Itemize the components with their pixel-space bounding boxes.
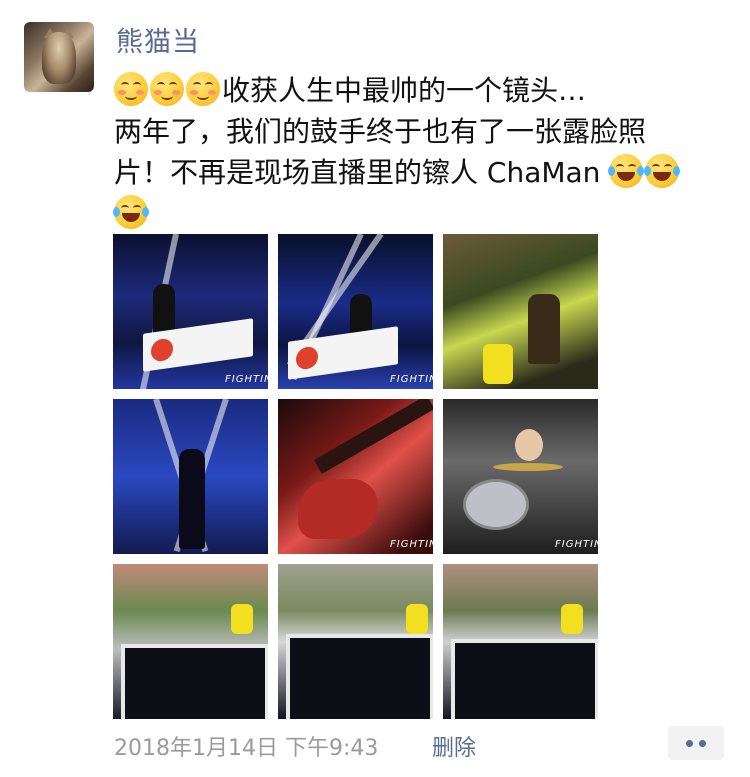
yellow-bottle xyxy=(561,604,583,634)
delete-button[interactable]: 删除 xyxy=(432,730,476,762)
blush-smile-icon xyxy=(114,72,148,106)
photo-tv-screen-3[interactable] xyxy=(443,564,598,719)
more-dots-icon[interactable] xyxy=(668,726,724,760)
yellow-bottle xyxy=(406,604,428,634)
tears-of-joy-icon xyxy=(644,154,681,188)
post-text-segment-3: 片！不再是现场直播里的镲人 ChaMan xyxy=(114,156,601,189)
post-text-line-4 xyxy=(113,193,734,234)
singer-silhouette xyxy=(179,449,205,549)
dot xyxy=(699,739,706,747)
post-text-line-3: 片！不再是现场直播里的镲人 ChaMan xyxy=(114,152,734,193)
tv-screen xyxy=(286,634,433,719)
photo-singer-on-stage[interactable] xyxy=(113,399,268,554)
photo-caption: FIGHTIN xyxy=(555,539,598,550)
photo-bass-guitar[interactable]: FIGHTIN xyxy=(278,399,433,554)
avatar-cat-image xyxy=(42,32,76,84)
post-text-line-1: 收获人生中最帅的一个镜头… xyxy=(114,70,734,111)
stage-banner xyxy=(288,326,398,380)
photo-caption: FIGHTIN xyxy=(225,374,268,385)
drummer-face xyxy=(515,429,543,461)
photo-tv-screen-2[interactable] xyxy=(278,564,433,719)
tv-screen xyxy=(451,639,598,719)
photo-caption: FIGHTIN xyxy=(390,539,433,550)
drum xyxy=(463,479,529,530)
photo-grid: FIGHTIN FIGHTIN FIGHTIN FIGHTIN xyxy=(113,234,598,720)
yellow-bottle xyxy=(231,604,253,634)
avatar[interactable] xyxy=(24,22,94,92)
blush-smile-icon xyxy=(186,72,220,106)
guitarist-silhouette xyxy=(528,294,560,364)
photo-drummer[interactable]: FIGHTIN xyxy=(443,399,598,554)
post-text-segment-1: 收获人生中最帅的一个镜头… xyxy=(222,74,587,107)
tears-of-joy-icon xyxy=(113,195,149,229)
post-username[interactable]: 熊猫当 xyxy=(116,20,200,59)
post-text-line-2: 两年了，我们的鼓手终于也有了一张露脸照 xyxy=(114,115,647,148)
post-timestamp: 2018年1月14日 下午9:43 xyxy=(114,736,379,761)
photo-tv-screen-1[interactable] xyxy=(113,564,268,719)
tv-screen xyxy=(121,644,268,719)
bass-guitar-body xyxy=(298,479,378,539)
photo-guitarist-yellow-light[interactable] xyxy=(443,234,598,389)
photo-caption: FIGHTIN xyxy=(390,374,433,385)
cymbal xyxy=(493,463,563,471)
blush-smile-icon xyxy=(150,72,184,106)
dot xyxy=(686,739,693,747)
photo-stage-1[interactable]: FIGHTIN xyxy=(113,234,268,389)
photo-stage-2[interactable]: FIGHTIN xyxy=(278,234,433,389)
post-text: 收获人生中最帅的一个镜头… 两年了，我们的鼓手终于也有了一张露脸照 片！不再是现… xyxy=(113,70,734,234)
stage-light xyxy=(483,344,513,384)
bass-guitar-neck xyxy=(314,399,433,474)
tears-of-joy-icon xyxy=(608,154,645,188)
